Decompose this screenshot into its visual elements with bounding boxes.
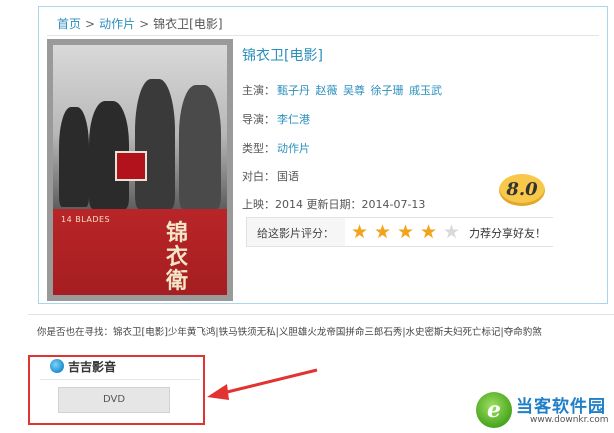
cast-link[interactable]: 赵薇 (316, 84, 338, 97)
breadcrumb-category-link[interactable]: 动作片 (99, 17, 135, 31)
cast-link[interactable]: 甄子丹 (277, 84, 310, 97)
movie-detail-panel: 首页 > 动作片 > 锦衣卫[电影] 14 BLADES 锦衣衛 锦衣卫[电影] 主演：… (38, 6, 608, 304)
poster-figure (59, 107, 89, 207)
divider (28, 314, 614, 315)
share-text: 力荐分享好友！ (469, 227, 546, 240)
star-icon[interactable]: ★ (351, 221, 368, 243)
related-searches: 你是否也在寻找：锦衣卫[电影]少年黄飞鸿|铁马铁须无私|义胆雄火龙帝国拼命三郎石… (37, 324, 542, 338)
poster-figure (179, 85, 221, 209)
poster-figure (135, 79, 175, 209)
dvd-button[interactable]: DVD (58, 387, 170, 413)
cast-link[interactable]: 吴尊 (343, 84, 365, 97)
cast-row: 主演： 甄子丹 赵薇 吴尊 徐子珊 戚玉武 (242, 82, 442, 98)
genre-link[interactable]: 动作片 (277, 142, 310, 155)
watermark-url: www.downkr.com (530, 415, 609, 425)
star-icon[interactable]: ★ (420, 221, 437, 243)
cast-label: 主演： (242, 84, 275, 97)
breadcrumb-current: 锦衣卫[电影] (153, 17, 223, 31)
rating-stars: ★ ★ ★ ★ ★ 力荐分享好友！ (345, 218, 553, 246)
poster-chinese-title: 锦衣衛 (165, 220, 188, 294)
site-watermark: e 当客软件园 www.downkr.com (476, 390, 614, 433)
score-badge: 8.0 (499, 174, 545, 206)
breadcrumb-home-link[interactable]: 首页 (57, 17, 81, 31)
movie-poster[interactable]: 14 BLADES 锦衣衛 (47, 39, 233, 301)
poster-artwork (53, 45, 227, 209)
related-prefix: 你是否也在寻找： (37, 327, 114, 338)
red-arrow-icon (207, 368, 318, 400)
star-icon[interactable]: ★ (397, 221, 414, 243)
player-name: 吉吉影音 (68, 360, 117, 374)
rating-label: 给这影片评分： (257, 227, 334, 240)
cast-link[interactable]: 徐子珊 (371, 84, 404, 97)
star-icon[interactable]: ★ (443, 221, 460, 243)
poster-seal-icon (115, 151, 147, 181)
related-links[interactable]: 锦衣卫[电影]少年黄飞鸿|铁马铁须无私|义胆雄火龙帝国拼命三郎石秀|水史密斯夫妇… (113, 327, 542, 338)
rating-bar: 给这影片评分： ★ ★ ★ ★ ★ 力荐分享好友！ (246, 217, 553, 247)
movie-title: 锦衣卫[电影] (242, 48, 323, 64)
genre-row: 类型： 动作片 (242, 140, 310, 156)
watermark-name: 当客软件园 (516, 397, 606, 417)
divider (47, 35, 599, 36)
player-header: 吉吉影音 (50, 358, 116, 375)
watermark-logo-icon: e (476, 392, 512, 428)
player-logo-icon (50, 359, 64, 373)
breadcrumb-separator: > (139, 17, 150, 31)
divider (40, 379, 200, 380)
dialogue-row: 对白： 国语 (242, 168, 299, 184)
poster-english-title: 14 BLADES (61, 215, 111, 224)
director-row: 导演： 李仁港 (242, 111, 310, 127)
breadcrumb: 首页 > 动作片 > 锦衣卫[电影] (57, 15, 223, 32)
breadcrumb-separator: > (85, 17, 96, 31)
cast-link[interactable]: 戚玉武 (409, 84, 442, 97)
release-row: 上映：2014 更新日期：2014-07-13 (242, 198, 426, 211)
genre-label: 类型： (242, 142, 275, 155)
director-link[interactable]: 李仁港 (277, 113, 310, 126)
director-label: 导演： (242, 113, 275, 126)
dialogue-label: 对白： (242, 170, 275, 183)
dialogue-value: 国语 (277, 170, 299, 183)
star-icon[interactable]: ★ (374, 221, 391, 243)
